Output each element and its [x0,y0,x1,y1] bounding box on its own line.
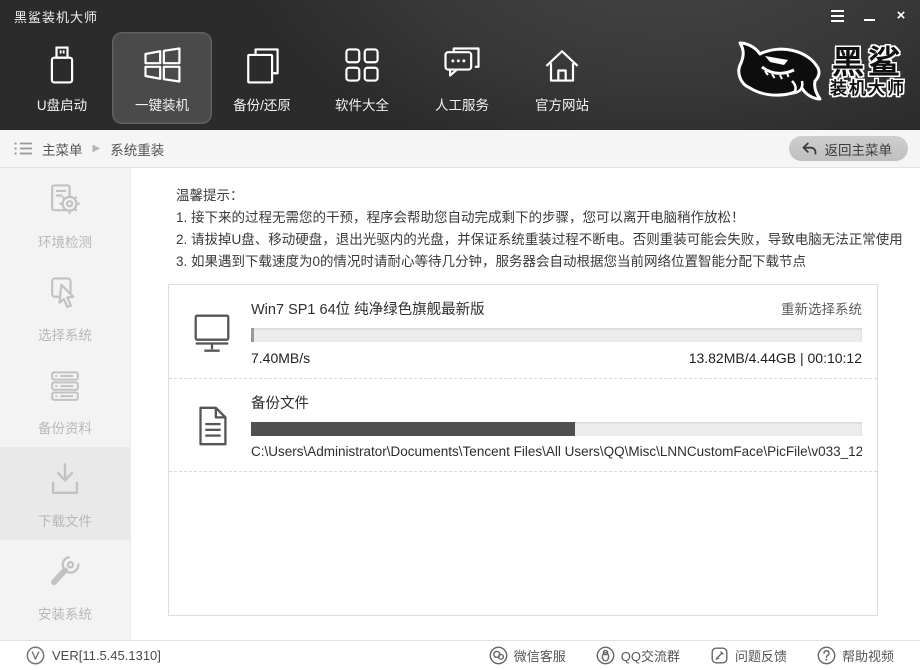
sidebar-item-env-check[interactable]: 环境检测 [0,168,130,261]
backup-data-icon [43,365,87,409]
sidebar-item-label: 环境检测 [38,231,92,251]
nav-item-usb-boot[interactable]: U盘启动 [12,32,112,124]
download-row: Win7 SP1 64位 纯净绿色旗舰最新版 重新选择系统 7.40MB/s 1… [169,285,877,379]
main-nav: U盘启动 一键装机 [0,26,920,126]
nav-item-backup-restore[interactable]: 备份/还原 [212,32,312,124]
home-icon [540,43,584,87]
backup-progress-bar [251,422,862,436]
back-to-main-menu-button[interactable]: 返回主菜单 [789,136,909,161]
backup-row: 备份文件 C:\Users\Administrator\Documents\Te… [169,379,877,472]
backup-body: 备份文件 C:\Users\Administrator\Documents\Te… [251,392,862,459]
shark-logo-icon [732,36,824,108]
download-file-icon [43,458,87,502]
reselect-system-link[interactable]: 重新选择系统 [781,298,862,318]
sidebar-item-label: 下载文件 [38,510,92,530]
nav-item-label: 备份/还原 [233,94,291,114]
footer-link-label: QQ交流群 [621,646,680,665]
tips-line: 2. 请拔掉U盘、移动硬盘，退出光驱内的光盘，并保证系统重装过程不断电。否则重装… [176,229,920,251]
usb-drive-icon [40,43,84,87]
help-icon [817,646,836,665]
footer-link-label: 微信客服 [514,646,566,665]
software-grid-icon [340,43,384,87]
tips-block: 温馨提示： 1. 接下来的过程无需您的干预，程序会帮助您自动完成剩下的步骤，您可… [176,185,920,273]
nav-item-label: U盘启动 [37,94,87,114]
backup-restore-icon [240,43,284,87]
header: 黑鲨装机大师 × U盘启动 [0,0,920,130]
minimize-icon[interactable] [860,8,878,24]
backup-title: 备份文件 [251,392,309,413]
window-controls: × [828,8,910,24]
download-progress-text: 13.82MB/4.44GB | 00:10:12 [689,350,862,366]
back-button-label: 返回主菜单 [825,139,893,159]
app-window: 黑鲨装机大师 × U盘启动 [0,0,920,670]
install-system-icon [43,551,87,595]
nav-item-software[interactable]: 软件大全 [312,32,412,124]
app-title: 黑鲨装机大师 [14,7,98,26]
windows-icon [140,43,184,87]
brand-subname: 装机大师 [830,79,906,99]
sidebar-item-select-system[interactable]: 选择系统 [0,261,130,354]
return-arrow-icon [801,141,818,156]
select-system-icon [43,272,87,316]
close-icon[interactable]: × [892,8,910,24]
nav-item-label: 软件大全 [335,94,389,114]
nav-item-label: 一键装机 [135,94,189,114]
backup-progress-fill [251,422,575,436]
brand-text: 黑鲨 装机大师 [830,45,906,99]
footer-link-label: 帮助视频 [842,646,894,665]
download-speed: 7.40MB/s [251,350,310,366]
download-progress-bar [251,328,862,342]
body: 环境检测 选择系统 [0,168,920,640]
wechat-icon [489,646,508,665]
tips-title: 温馨提示： [176,185,920,207]
nav-item-website[interactable]: 官方网站 [512,32,612,124]
chevron-right-icon: ▶ [93,143,101,154]
steps-sidebar: 环境检测 选择系统 [0,168,131,640]
breadcrumb-main-menu[interactable]: 主菜单 [42,139,83,159]
titlebar: 黑鲨装机大师 × [0,0,920,26]
footer-link-label: 问题反馈 [735,646,787,665]
footer-links: 微信客服 QQ交流群 [489,646,894,665]
footer-link-wechat[interactable]: 微信客服 [489,646,566,665]
sidebar-item-backup-data[interactable]: 备份资料 [0,354,130,447]
brand-logo: 黑鲨 装机大师 [732,36,906,108]
progress-panel: Win7 SP1 64位 纯净绿色旗舰最新版 重新选择系统 7.40MB/s 1… [168,284,878,616]
monitor-icon [189,298,251,366]
download-title: Win7 SP1 64位 纯净绿色旗舰最新版 [251,298,485,319]
sidebar-item-download-file[interactable]: 下载文件 [0,447,130,540]
nav-item-label: 官方网站 [535,94,589,114]
sidebar-item-label: 选择系统 [38,324,92,344]
breadcrumb-current: 系统重装 [110,139,164,159]
panel-empty-area [169,472,877,615]
download-progress-fill [251,328,254,342]
sidebar-item-label: 安装系统 [38,603,92,623]
footer-link-help[interactable]: 帮助视频 [817,646,894,665]
footer-link-feedback[interactable]: 问题反馈 [710,646,787,665]
breadcrumb: 主菜单 ▶ 系统重装 返回主菜单 [0,130,920,168]
sidebar-item-label: 备份资料 [38,417,92,437]
tips-line: 1. 接下来的过程无需您的干预，程序会帮助您自动完成剩下的步骤，您可以离开电脑稍… [176,207,920,229]
footer-link-qq[interactable]: QQ交流群 [596,646,680,665]
version-text: VER[11.5.45.1310] [52,648,161,663]
nav-item-service[interactable]: 人工服务 [412,32,512,124]
qq-icon [596,646,615,665]
download-body: Win7 SP1 64位 纯净绿色旗舰最新版 重新选择系统 7.40MB/s 1… [251,298,862,366]
tips-line: 3. 如果遇到下载速度为0的情况时请耐心等待几分钟，服务器会自动根据您当前网络位… [176,251,920,273]
env-check-icon [43,179,87,223]
footer: VER[11.5.45.1310] 微信客服 [0,640,920,670]
document-icon [189,392,251,459]
version-icon [26,646,45,665]
list-icon [14,141,33,156]
backup-file-path: C:\Users\Administrator\Documents\Tencent… [251,444,862,459]
feedback-icon [710,646,729,665]
nav-item-one-key-install[interactable]: 一键装机 [112,32,212,124]
nav-item-label: 人工服务 [435,94,489,114]
chat-service-icon [440,43,484,87]
brand-name: 黑鲨 [830,45,906,79]
menu-icon[interactable] [828,8,846,24]
version-info: VER[11.5.45.1310] [26,646,161,665]
sidebar-item-install-system[interactable]: 安装系统 [0,540,130,633]
main-content: 温馨提示： 1. 接下来的过程无需您的干预，程序会帮助您自动完成剩下的步骤，您可… [131,168,920,640]
